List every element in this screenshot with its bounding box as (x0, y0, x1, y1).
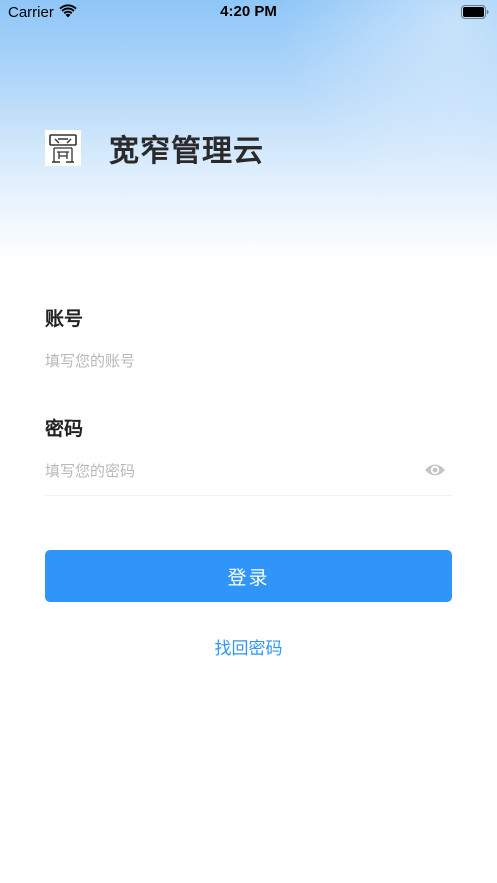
eye-icon[interactable] (424, 462, 446, 478)
app-title: 宽窄管理云 (109, 134, 264, 169)
password-label: 密码 (45, 418, 84, 440)
account-input[interactable] (45, 346, 405, 376)
account-label: 账号 (45, 308, 84, 330)
app-logo (45, 130, 81, 166)
status-bar: Carrier 4:20 PM (0, 0, 497, 26)
login-button[interactable]: 登录 (45, 550, 452, 602)
brand-header: 宽窄管理云 (45, 128, 264, 169)
login-screen: Carrier 4:20 PM 宽窄管理云 账号 密 (0, 0, 497, 883)
app-logo-icon (47, 132, 79, 164)
clock: 4:20 PM (220, 3, 277, 20)
battery-full-icon (461, 5, 489, 19)
password-input[interactable] (45, 456, 405, 486)
forgot-password-link[interactable]: 找回密码 (0, 634, 497, 659)
password-divider (45, 495, 452, 496)
